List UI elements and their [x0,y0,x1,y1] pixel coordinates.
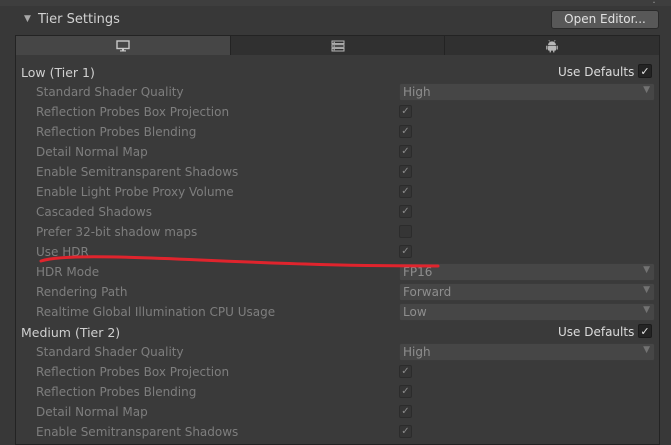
dropdown-arrow-icon: ▼ [643,285,650,295]
realtime-global-illumination-cpu-usage-dropdown[interactable]: Low ▼ [399,303,655,321]
setting-label: Detail Normal Map [36,405,148,419]
tab-android[interactable] [445,35,661,56]
setting-label: Standard Shader Quality [36,85,184,99]
platform-tabs [15,35,661,56]
tier-title: Low (Tier 1) [21,65,95,80]
setting-row-enable-light-probe-proxy-volume: Enable Light Probe Proxy Volume ✓ [0,182,671,202]
setting-row-use-hdr: Use HDR ✓ [0,242,671,262]
use-defaults-label: Use Defaults [558,325,635,339]
setting-label: Reflection Probes Blending [36,385,197,399]
setting-label: Enable Semitransparent Shadows [36,165,239,179]
foldout-arrow-icon[interactable]: ▼ [24,14,31,24]
monitor-icon [116,39,130,51]
reflection-probes-box-projection-checkbox[interactable]: ✓ [399,105,412,118]
setting-row-enable-semitransparent-shadows: Enable Semitransparent Shadows ✓ [0,162,671,182]
standard-shader-quality-dropdown[interactable]: High ▼ [399,83,655,101]
dropdown-value: High [403,345,431,359]
cascaded-shadows-checkbox[interactable]: ✓ [399,205,412,218]
setting-label: Realtime Global Illumination CPU Usage [36,305,276,319]
tab-standalone[interactable] [15,35,231,56]
server-icon [331,40,344,51]
tier-header: Low (Tier 1) Use Defaults ✓ [0,62,671,82]
use-defaults-checkbox[interactable]: ✓ [638,324,652,338]
setting-label: Prefer 32-bit shadow maps [36,225,198,239]
dropdown-arrow-icon: ▼ [643,265,650,275]
enable-semitransparent-shadows-checkbox[interactable]: ✓ [399,165,412,178]
open-editor-button[interactable]: Open Editor... [551,10,659,29]
setting-row-prefer-32-bit-shadow-maps: Prefer 32-bit shadow maps [0,222,671,242]
dropdown-arrow-icon: ▼ [643,305,650,315]
setting-label: Cascaded Shadows [36,205,152,219]
setting-label: Reflection Probes Blending [36,125,197,139]
tier-header: Medium (Tier 2) Use Defaults ✓ [0,322,671,342]
setting-row-reflection-probes-blending: Reflection Probes Blending ✓ [0,122,671,142]
dropdown-value: Forward [403,285,452,299]
setting-label: Enable Semitransparent Shadows [36,425,239,439]
setting-row-cascaded-shadows: Cascaded Shadows ✓ [0,202,671,222]
setting-row-reflection-probes-blending: Reflection Probes Blending ✓ [0,382,671,402]
setting-label: HDR Mode [36,265,100,279]
setting-label: Reflection Probes Box Projection [36,365,230,379]
setting-row-standard-shader-quality: Standard Shader Quality High ▼ [0,82,671,102]
enable-light-probe-proxy-volume-checkbox[interactable]: ✓ [399,185,412,198]
dropdown-value: Low [403,305,427,319]
dropdown-value: High [403,85,431,99]
enable-semitransparent-shadows-checkbox[interactable]: ✓ [399,425,412,438]
detail-normal-map-checkbox[interactable]: ✓ [399,405,412,418]
setting-row-rendering-path: Rendering Path Forward ▼ [0,282,671,302]
section-title: Tier Settings [38,12,120,27]
setting-row-detail-normal-map: Detail Normal Map ✓ [0,142,671,162]
reflection-probes-blending-checkbox[interactable]: ✓ [399,385,412,398]
tab-server[interactable] [230,35,446,56]
setting-row-reflection-probes-box-projection: Reflection Probes Box Projection ✓ [0,362,671,382]
setting-label: Use HDR [36,245,89,259]
setting-row-detail-normal-map: Detail Normal Map ✓ [0,402,671,422]
setting-row-reflection-probes-box-projection: Reflection Probes Box Projection ✓ [0,102,671,122]
use-hdr-checkbox[interactable]: ✓ [399,245,412,258]
setting-row-hdr-mode: HDR Mode FP16 ▼ [0,262,671,282]
tier-settings-header[interactable]: ▼ Tier Settings Open Editor... [0,6,671,34]
dropdown-arrow-icon: ▼ [643,85,650,95]
setting-label: Standard Shader Quality [36,345,184,359]
setting-row-realtime-global-illumination-cpu-usage: Realtime Global Illumination CPU Usage Lo… [0,302,671,322]
setting-label: Reflection Probes Box Projection [36,105,230,119]
hdr-mode-dropdown[interactable]: FP16 ▼ [399,263,655,281]
tier-title: Medium (Tier 2) [21,325,121,340]
setting-label: Enable Light Probe Proxy Volume [36,185,234,199]
reflection-probes-box-projection-checkbox[interactable]: ✓ [399,365,412,378]
reflection-probes-blending-checkbox[interactable]: ✓ [399,125,412,138]
prefer-32-bit-shadow-maps-checkbox[interactable] [399,225,412,238]
use-defaults-checkbox[interactable]: ✓ [638,64,652,78]
setting-row-enable-semitransparent-shadows: Enable Semitransparent Shadows ✓ [0,422,671,442]
setting-label: Detail Normal Map [36,145,148,159]
setting-label: Rendering Path [36,285,128,299]
more-icon[interactable]: ⋮ [649,0,659,5]
setting-row-standard-shader-quality: Standard Shader Quality High ▼ [0,342,671,362]
rendering-path-dropdown[interactable]: Forward ▼ [399,283,655,301]
use-defaults-label: Use Defaults [558,65,635,79]
dropdown-arrow-icon: ▼ [643,345,650,355]
detail-normal-map-checkbox[interactable]: ✓ [399,145,412,158]
android-icon [546,39,558,52]
dropdown-value: FP16 [403,265,433,279]
standard-shader-quality-dropdown[interactable]: High ▼ [399,343,655,361]
